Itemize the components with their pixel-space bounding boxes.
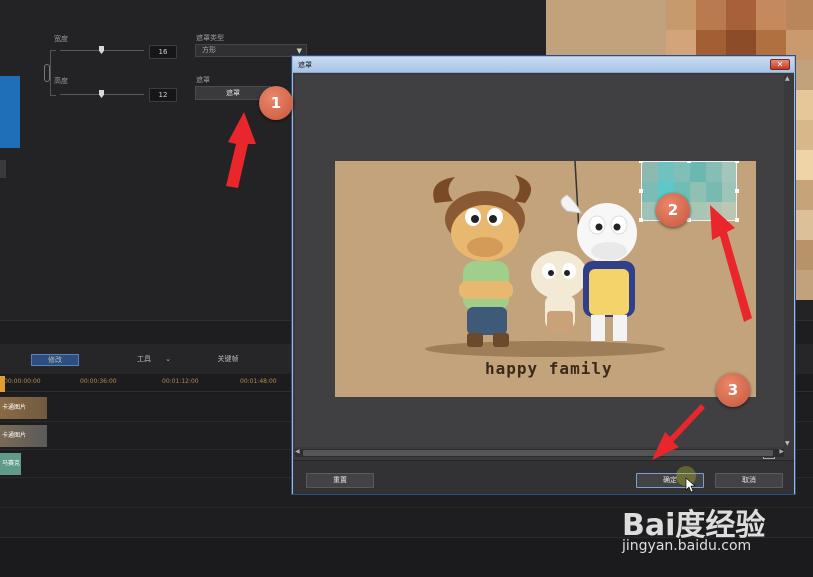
ruler-tick: 00:00:00:00 [4,378,41,385]
side-handle[interactable] [0,160,6,178]
resize-handle[interactable] [639,161,643,163]
resize-handle[interactable] [639,189,643,193]
height-label: 高度 [54,77,68,85]
scroll-left-icon[interactable]: ◀ [295,448,300,455]
height-input[interactable]: 12 [149,88,177,102]
step-badge: 2 [656,193,690,227]
watermark: Bai度经验 jingyan.baidu.com [622,500,802,560]
ruler-tick: 00:00:36:00 [80,378,117,385]
dialog-titlebar[interactable]: 遮罩 ✕ [293,57,794,73]
link-bracket [50,50,56,96]
horizontal-scrollbar[interactable]: ◀ ▶ [295,448,784,457]
ruler-tick: 00:01:12:00 [162,378,199,385]
mask-type-label: 遮罩类型 [196,34,224,42]
width-input[interactable]: 16 [149,45,177,59]
resize-handle[interactable] [639,218,643,222]
tools-button[interactable]: 工具 [128,354,160,366]
resize-handle[interactable] [687,161,691,163]
timeline-clip[interactable]: 卡通图片 [0,397,47,419]
watermark-url: jingyan.baidu.com [622,538,752,554]
scrollbar-thumb[interactable] [303,450,773,456]
scroll-right-icon[interactable]: ▶ [779,448,784,455]
mask-dialog: 遮罩 ✕ happy family ▲ ▼ ◀ ▶ 重置 确定 取消 [292,56,795,494]
mask-canvas[interactable]: happy family [295,75,784,459]
reset-button[interactable]: 重置 [306,473,374,488]
link-aspect-icon[interactable] [44,64,50,82]
dialog-footer: 重置 确定 取消 [293,460,794,494]
resize-handle[interactable] [735,161,739,163]
ruler-tick: 00:01:48:00 [240,378,277,385]
step-badge: 3 [716,373,750,407]
clip-thumbnail[interactable] [0,76,20,148]
image-caption: happy family [485,359,613,378]
vertical-scrollbar[interactable]: ▲ ▼ [784,75,792,447]
ok-button[interactable]: 确定 [636,473,704,488]
close-icon[interactable]: ✕ [770,59,790,70]
dialog-title: 遮罩 [298,61,312,69]
scroll-down-icon[interactable]: ▼ [785,440,790,447]
mask-label: 遮罩 [196,76,210,84]
width-label: 宽度 [54,35,68,43]
timeline-clip[interactable]: 马赛克 [0,453,21,475]
cancel-button[interactable]: 取消 [715,473,783,488]
resize-handle[interactable] [735,218,739,222]
modify-button[interactable]: 修改 [31,354,79,366]
tools-chevron-icon[interactable]: ⌄ [162,354,174,366]
mask-type-select[interactable]: 方形 ▼ [195,44,307,57]
keyframe-button[interactable]: 关键帧 [206,354,250,366]
mask-type-value: 方形 [202,46,216,54]
step-badge: 1 [259,86,293,120]
scroll-up-icon[interactable]: ▲ [785,75,790,82]
timeline-clip[interactable]: 卡通图片 [0,425,47,447]
source-image: happy family [335,161,756,397]
resize-handle[interactable] [735,189,739,193]
